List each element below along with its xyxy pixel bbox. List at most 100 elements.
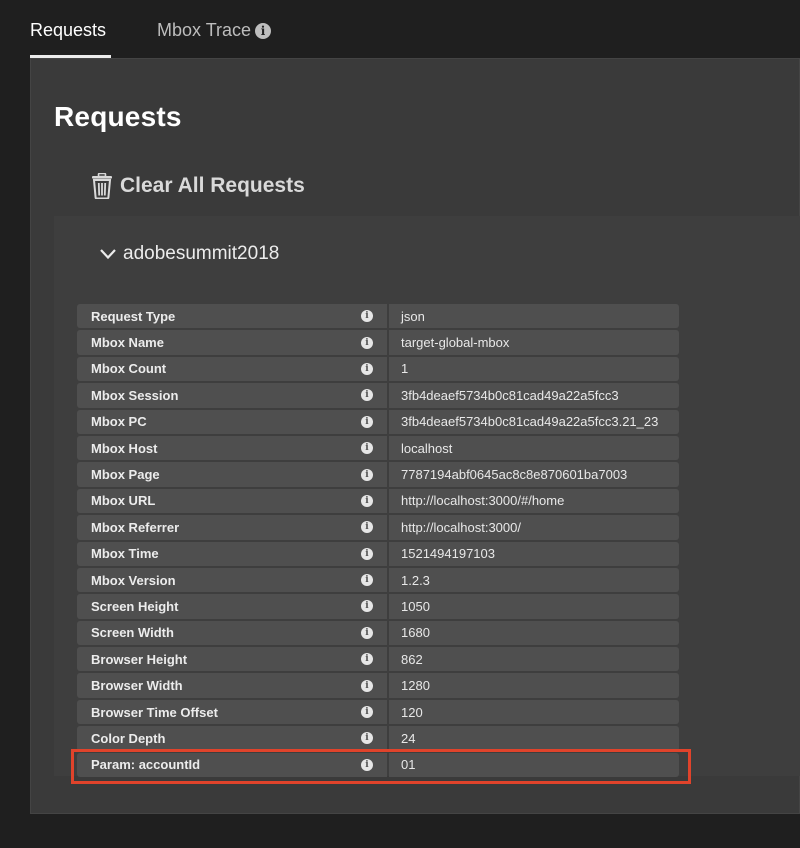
table-row: Mbox Referrer i http://localhost:3000/ [77,515,679,540]
row-key-label: Color Depth [91,730,166,746]
info-icon[interactable]: i [361,494,373,507]
info-icon[interactable]: i [361,626,373,639]
row-key-label: Mbox URL [91,493,156,509]
info-icon[interactable]: i [361,521,373,534]
row-key: Mbox Time i [77,541,387,566]
row-key-label: Mbox Referrer [91,519,180,535]
table-row: Param: accountId i 01 [77,752,679,778]
row-key-label: Screen Width [91,625,174,641]
request-group: adobesummit2018 Request Type i json Mbox Na… [54,216,800,779]
requests-panel: Requests Clear All Requests adobesummit2… [30,58,800,814]
table-row: Request Type i json [77,304,679,329]
row-key: Screen Height i [77,594,387,619]
row-key-label: Browser Width [91,678,183,694]
info-icon[interactable]: i [361,415,373,428]
table-row: Screen Height i 1050 [77,594,679,619]
table-row: Mbox Host i localhost [77,435,679,461]
info-icon[interactable]: i [255,23,272,39]
row-value: 1280 [389,673,679,698]
table-row: Mbox Session i 3fb4deaef5734b0c81cad49a22a… [77,383,679,408]
info-icon[interactable]: i [361,336,373,349]
tab-mbox-trace[interactable]: Mbox Trace i [157,20,287,58]
row-key-label: Browser Time Offset [91,704,218,720]
row-key-label: Mbox PC [91,414,147,430]
row-value: 24 [389,726,679,751]
row-key: Mbox Page i [77,462,387,487]
info-icon[interactable]: i [361,547,373,560]
table-row: Browser Height i 862 [77,647,679,672]
request-group-header[interactable]: adobesummit2018 [99,242,279,266]
page-title: Requests [54,101,182,132]
trash-icon [92,173,112,199]
row-key: Mbox Count i [77,356,387,382]
row-key-label: Mbox Session [91,387,179,403]
info-icon[interactable]: i [361,442,373,455]
table-row: Mbox PC i 3fb4deaef5734b0c81cad49a22a5fcc3… [77,409,679,434]
chevron-down-icon [100,249,116,260]
table-row: Browser Width i 1280 [77,673,679,698]
row-key: Mbox Version i [77,567,387,593]
row-key: Mbox Referrer i [77,515,387,540]
row-key: Mbox Session i [77,383,387,408]
row-key: Mbox URL i [77,488,387,514]
tab-requests-label: Requests [30,20,107,40]
row-key: Mbox PC i [77,409,387,434]
table-row: Color Depth i 24 [77,726,679,751]
row-value: 1680 [389,620,679,646]
row-key: Mbox Name i [77,330,387,355]
tab-mbox-trace-label: Mbox Trace [157,20,252,40]
info-icon[interactable]: i [361,732,373,745]
row-key: Mbox Host i [77,435,387,461]
info-icon[interactable]: i [361,653,373,666]
row-key-label: Mbox Count [91,361,167,377]
table-row: Mbox URL i http://localhost:3000/#/home [77,488,679,514]
request-details-table: Request Type i json Mbox Name i target-global… [77,302,679,779]
row-key-label: Mbox Page [91,467,160,483]
row-key: Request Type i [77,304,387,329]
request-group-name: adobesummit2018 [123,243,280,264]
info-icon[interactable]: i [361,468,373,481]
row-key: Browser Width i [77,673,387,698]
info-icon[interactable]: i [361,679,373,692]
row-value: 7787194abf0645ac8c8e870601ba7003 [389,462,679,487]
row-value: json [389,304,679,329]
row-value: 1 [389,356,679,382]
row-key-label: Param: accountId [91,757,201,773]
info-icon[interactable]: i [361,574,373,587]
row-value: 1050 [389,594,679,619]
row-key: Browser Time Offset i [77,699,387,725]
table-row: Mbox Page i 7787194abf0645ac8c8e870601ba70… [77,462,679,487]
row-value: 3fb4deaef5734b0c81cad49a22a5fcc3 [389,383,679,408]
row-value: target-global-mbox [389,330,679,355]
row-key: Param: accountId i [77,752,387,778]
table-row: Browser Time Offset i 120 [77,699,679,725]
info-icon[interactable]: i [361,362,373,375]
row-value: http://localhost:3000/#/home [389,488,679,514]
row-key-label: Mbox Host [91,440,158,456]
table-row: Mbox Name i target-global-mbox [77,330,679,355]
tab-requests[interactable]: Requests [30,20,111,58]
row-key-label: Mbox Time [91,546,159,562]
info-icon[interactable]: i [361,600,373,613]
table-row: Mbox Version i 1.2.3 [77,567,679,593]
row-value: 862 [389,647,679,672]
row-value: http://localhost:3000/ [389,515,679,540]
row-key-label: Browser Height [91,651,188,667]
info-icon[interactable]: i [361,758,373,771]
row-key: Color Depth i [77,726,387,751]
table-row: Screen Width i 1680 [77,620,679,646]
row-key-label: Request Type [91,308,176,324]
row-value: 3fb4deaef5734b0c81cad49a22a5fcc3.21_23 [389,409,679,434]
row-key-label: Mbox Name [91,335,164,351]
table-row: Mbox Time i 1521494197103 [77,541,679,566]
tab-bar: Requests Mbox Trace i [0,0,800,58]
clear-all-requests-label: Clear All Requests [120,174,305,197]
table-row: Mbox Count i 1 [77,356,679,382]
row-key-label: Screen Height [91,598,179,614]
info-icon[interactable]: i [361,706,373,719]
clear-all-requests-button[interactable]: Clear All Requests [91,171,305,201]
info-icon[interactable]: i [361,389,373,402]
row-key: Browser Height i [77,647,387,672]
info-icon[interactable]: i [361,310,373,323]
row-value: 1.2.3 [389,567,679,593]
